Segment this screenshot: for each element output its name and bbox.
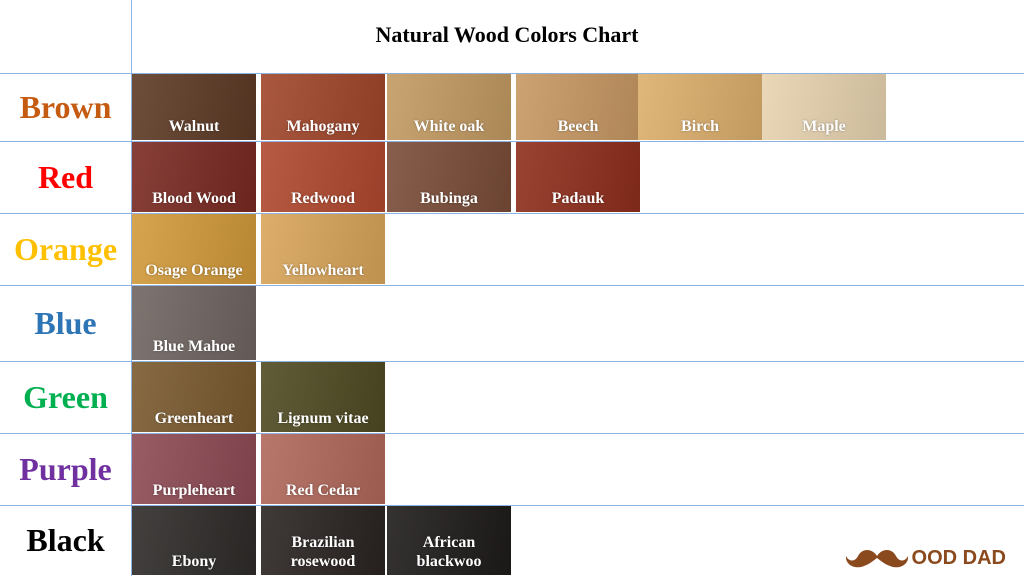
wood-name-label: Ebony bbox=[171, 552, 217, 570]
wood-swatch-osage-orange: Osage Orange bbox=[132, 214, 256, 284]
wood-name-label: Padauk bbox=[551, 189, 605, 207]
wood-name-label: Blue Mahoe bbox=[152, 337, 236, 355]
wood-name-label: Greenheart bbox=[154, 409, 234, 427]
wood-swatch-walnut: Walnut bbox=[132, 74, 256, 140]
row-label-orange: Orange bbox=[13, 230, 118, 267]
wood-name-label: Brazilian rosewood bbox=[290, 533, 356, 570]
wood-swatch-red-cedar: Red Cedar bbox=[261, 434, 385, 504]
wood-swatch-ebony: Ebony bbox=[132, 506, 256, 575]
wood-name-label: Lignum vitae bbox=[277, 409, 369, 427]
row-label-brown: Brown bbox=[19, 88, 112, 125]
logo-text: OOD DAD bbox=[911, 546, 1006, 569]
wood-swatch-african-blackwoo: African blackwoo bbox=[387, 506, 511, 575]
wood-swatch-beech: Beech bbox=[516, 74, 640, 140]
wood-name-label: Purpleheart bbox=[152, 481, 236, 499]
row-label-black: Black bbox=[26, 522, 105, 558]
wood-swatch-redwood: Redwood bbox=[261, 142, 385, 212]
mustache-icon bbox=[845, 550, 908, 568]
wood-name-label: Red Cedar bbox=[285, 481, 361, 499]
wood-swatch-white-oak: White oak bbox=[387, 74, 511, 140]
wood-swatch-lignum-vitae: Lignum vitae bbox=[261, 362, 385, 432]
wood-dad-logo: OOD DAD bbox=[844, 546, 1006, 570]
chart-title: Natural Wood Colors Chart bbox=[375, 22, 639, 47]
row-label-purple: Purple bbox=[19, 450, 112, 487]
wood-name-label: African blackwoo bbox=[416, 533, 482, 570]
wood-name-label: Beech bbox=[557, 117, 599, 135]
wood-name-label: Birch bbox=[681, 117, 719, 135]
wood-name-label: Blood Wood bbox=[152, 189, 236, 207]
wood-swatch-brazilian-rosewood: Brazilian rosewood bbox=[261, 506, 385, 575]
wood-name-label: Maple bbox=[802, 117, 846, 135]
wood-name-label: Redwood bbox=[290, 189, 355, 207]
wood-swatch-padauk: Padauk bbox=[516, 142, 640, 212]
wood-name-label: Walnut bbox=[168, 117, 220, 135]
wood-swatch-blue-mahoe: Blue Mahoe bbox=[132, 286, 256, 360]
wood-name-label: Yellowheart bbox=[282, 261, 364, 279]
wood-name-label: Osage Orange bbox=[145, 261, 243, 279]
wood-name-label: Mahogany bbox=[286, 117, 360, 135]
wood-swatch-mahogany: Mahogany bbox=[261, 74, 385, 140]
wood-swatch-purpleheart: Purpleheart bbox=[132, 434, 256, 504]
wood-swatch-blood-wood: Blood Wood bbox=[132, 142, 256, 212]
wood-swatch-birch: Birch bbox=[638, 74, 762, 140]
wood-swatch-maple: Maple bbox=[762, 74, 886, 140]
wood-swatch-bubinga: Bubinga bbox=[387, 142, 511, 212]
wood-name-label: White oak bbox=[413, 117, 485, 135]
wood-swatch-greenheart: Greenheart bbox=[132, 362, 256, 432]
row-label-green: Green bbox=[23, 378, 108, 415]
wood-name-label: Bubinga bbox=[420, 189, 478, 207]
wood-swatch-yellowheart: Yellowheart bbox=[261, 214, 385, 284]
row-label-blue: Blue bbox=[34, 304, 97, 341]
row-label-red: Red bbox=[37, 158, 94, 195]
